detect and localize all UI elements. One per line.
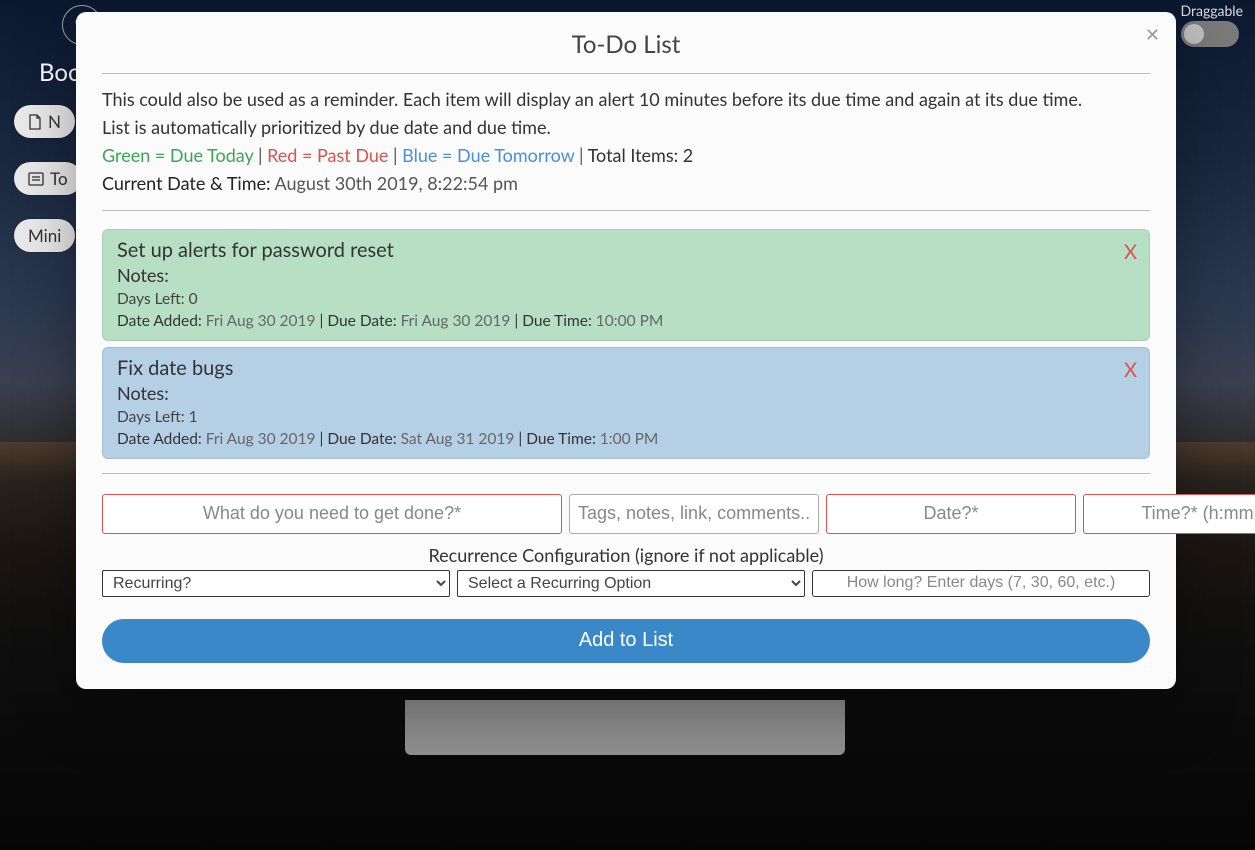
legend-line: Green = Due Today | Red = Past Due | Blu… bbox=[102, 142, 1150, 170]
item-date-added-label: Date Added: bbox=[117, 312, 202, 330]
bg-pill-new[interactable]: N bbox=[14, 105, 75, 138]
delete-item-button[interactable]: X bbox=[1124, 240, 1137, 264]
item-due-time-value: 10:00 PM bbox=[596, 312, 664, 330]
item-due-time-label: Due Time: bbox=[522, 312, 592, 330]
intro-block: This could also be used as a reminder. E… bbox=[102, 74, 1150, 198]
item-notes: Notes: bbox=[117, 264, 1135, 286]
item-days-left-label: Days Left: bbox=[117, 290, 185, 308]
bg-pill-todo[interactable]: To bbox=[14, 162, 82, 195]
legend-total-value: 2 bbox=[683, 144, 693, 166]
bg-pill-new-label: N bbox=[48, 111, 61, 132]
item-days-left: Days Left: 1 bbox=[117, 408, 1135, 426]
item-notes-label: Notes: bbox=[117, 264, 169, 286]
item-dates: Date Added: Fri Aug 30 2019 | Due Date: … bbox=[117, 430, 1135, 448]
todo-item: X Set up alerts for password reset Notes… bbox=[102, 229, 1150, 341]
item-date-added-value: Fri Aug 30 2019 bbox=[206, 430, 316, 448]
draggable-label: Draggable bbox=[1181, 2, 1243, 19]
date-input[interactable] bbox=[826, 494, 1076, 534]
delete-item-button[interactable]: X bbox=[1124, 358, 1137, 382]
task-input[interactable] bbox=[102, 494, 562, 534]
background-panel bbox=[405, 700, 845, 755]
bg-pill-todo-label: To bbox=[50, 168, 68, 189]
item-dates: Date Added: Fri Aug 30 2019 | Due Date: … bbox=[117, 312, 1135, 330]
item-title: Fix date bugs bbox=[117, 356, 1135, 380]
item-due-date-label: Due Date: bbox=[327, 430, 396, 448]
divider bbox=[102, 210, 1150, 211]
item-due-time-label: Due Time: bbox=[526, 430, 596, 448]
todo-item: X Fix date bugs Notes: Days Left: 1 Date… bbox=[102, 347, 1150, 459]
legend-sep: | bbox=[258, 144, 267, 166]
bg-pill-mini-label: Mini bbox=[28, 225, 61, 246]
divider bbox=[102, 473, 1150, 474]
item-date-added-label: Date Added: bbox=[117, 430, 202, 448]
recurrence-inputs: Recurring? Select a Recurring Option bbox=[102, 570, 1150, 597]
legend-sep: | bbox=[579, 144, 588, 166]
item-days-left: Days Left: 0 bbox=[117, 290, 1135, 308]
bg-pill-mini[interactable]: Mini bbox=[14, 219, 75, 252]
draggable-control: Draggable bbox=[1181, 2, 1243, 47]
current-datetime-label: Current Date & Time: bbox=[102, 172, 271, 194]
current-datetime-value: August 30th 2019, 8:22:54 pm bbox=[275, 172, 518, 194]
file-icon bbox=[28, 114, 42, 130]
item-notes: Notes: bbox=[117, 382, 1135, 404]
current-datetime: Current Date & Time: August 30th 2019, 8… bbox=[102, 170, 1150, 198]
new-item-inputs bbox=[102, 494, 1150, 534]
legend-red: Red = Past Due bbox=[267, 144, 388, 166]
time-input[interactable] bbox=[1083, 494, 1255, 534]
item-days-left-label: Days Left: bbox=[117, 408, 185, 426]
legend-blue: Blue = Due Tomorrow bbox=[402, 144, 574, 166]
item-due-time-value: 1:00 PM bbox=[600, 430, 659, 448]
legend-total-label: Total Items: bbox=[588, 144, 679, 166]
intro-line-2: List is automatically prioritized by due… bbox=[102, 114, 1150, 142]
recurring-select[interactable]: Recurring? bbox=[102, 570, 450, 597]
item-date-added-value: Fri Aug 30 2019 bbox=[206, 312, 316, 330]
draggable-toggle[interactable] bbox=[1181, 21, 1239, 47]
intro-line-1: This could also be used as a reminder. E… bbox=[102, 86, 1150, 114]
howlong-input[interactable] bbox=[812, 570, 1150, 597]
item-days-left-value: 0 bbox=[189, 290, 198, 308]
item-due-date-value: Sat Aug 31 2019 bbox=[401, 430, 515, 448]
list-icon bbox=[28, 172, 44, 186]
recurrence-heading: Recurrence Configuration (ignore if not … bbox=[102, 544, 1150, 566]
modal-title: To-Do List bbox=[102, 12, 1150, 73]
item-days-left-value: 1 bbox=[189, 408, 198, 426]
item-notes-label: Notes: bbox=[117, 382, 169, 404]
add-to-list-button[interactable]: Add to List bbox=[102, 619, 1150, 663]
item-title: Set up alerts for password reset bbox=[117, 238, 1135, 262]
notes-input[interactable] bbox=[569, 494, 819, 534]
item-due-date-label: Due Date: bbox=[327, 312, 396, 330]
legend-green: Green = Due Today bbox=[102, 144, 253, 166]
legend-sep: | bbox=[393, 144, 402, 166]
item-due-date-value: Fri Aug 30 2019 bbox=[401, 312, 511, 330]
todo-modal: ✕ To-Do List This could also be used as … bbox=[76, 12, 1176, 689]
recurring-option-select[interactable]: Select a Recurring Option bbox=[457, 570, 805, 597]
close-button[interactable]: ✕ bbox=[1145, 26, 1160, 44]
